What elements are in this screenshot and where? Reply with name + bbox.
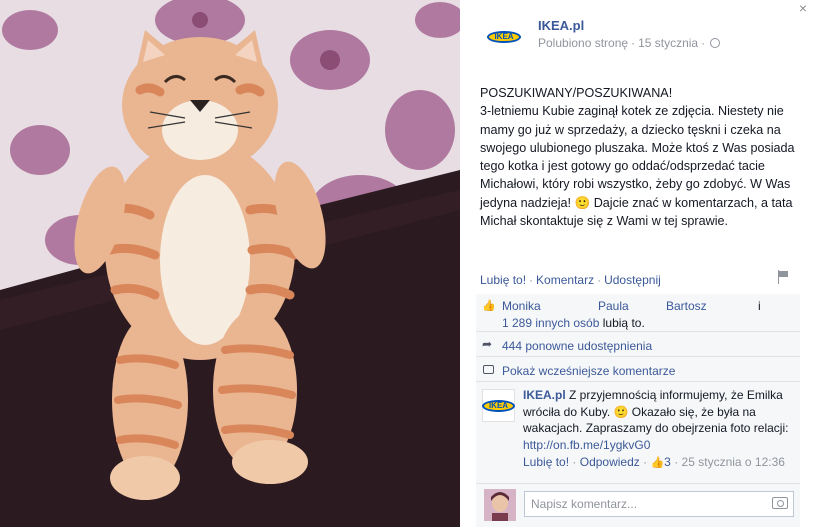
comment-meta-separator: · [572, 455, 577, 469]
comment-meta-separator: · [643, 455, 648, 469]
comment-meta: Lubię to! · Odpowiedz · 👍3 · 25 stycznia… [523, 454, 793, 471]
photo-viewer: × IKEA IKEA.pl Polubiono stronę · 15 sty… [0, 0, 815, 527]
liked-status[interactable]: Polubiono stronę [538, 36, 628, 50]
liker-name[interactable]: Bartosz [666, 299, 707, 313]
ikea-logo-icon: IKEA [481, 399, 516, 412]
thumbs-up-icon: 👍 [650, 457, 665, 469]
previous-comments-row[interactable]: Pokaż wcześniejsze komentarze [476, 358, 800, 382]
comment-meta-separator: · [674, 455, 679, 469]
comment-input[interactable] [524, 491, 794, 517]
comment-item: IKEA IKEA.pl Z przyjemnością informujemy… [476, 384, 800, 484]
previous-comments-link[interactable]: Pokaż wcześniejsze komentarze [502, 364, 675, 378]
likes-row: 👍 Monika Paula Bartosz i 1 289 innych os… [476, 294, 800, 332]
plush-cat-photo[interactable] [0, 0, 460, 527]
post-actions: Lubię to! · Komentarz · Udostępnij [480, 273, 661, 287]
post-text: POSZUKIWANY/POSZUKIWANA! 3-letniemu Kubi… [480, 86, 795, 229]
page-logo[interactable]: IKEA [480, 22, 528, 52]
page-name-link[interactable]: IKEA.pl [538, 18, 584, 33]
post-date[interactable]: 15 stycznia [638, 36, 698, 50]
others-link[interactable]: 1 289 innych osób [502, 316, 599, 330]
comment-bubble-icon [483, 365, 494, 374]
user-avatar-image [484, 489, 516, 521]
photo-image [0, 0, 460, 527]
comment-avatar[interactable]: IKEA [481, 389, 516, 422]
meta-separator: · [631, 36, 636, 50]
compose-row [476, 485, 800, 527]
share-link[interactable]: Udostępnij [604, 273, 661, 287]
likers-and: i [758, 299, 761, 313]
liker-name[interactable]: Monika [502, 299, 541, 313]
globe-icon [710, 38, 721, 48]
comment-author[interactable]: IKEA.pl [523, 388, 566, 402]
post-meta: Polubiono stronę · 15 stycznia · [538, 36, 721, 50]
comment-like-link[interactable]: Lubię to! [523, 455, 569, 469]
thumbs-up-icon: 👍 [482, 300, 496, 312]
user-avatar[interactable] [484, 489, 516, 521]
meta-separator: · [701, 36, 706, 50]
comment-reply-link[interactable]: Odpowiedz [580, 455, 640, 469]
comment-likes-count[interactable]: 3 [664, 455, 671, 469]
post-header: IKEA IKEA.pl Polubiono stronę · 15 stycz… [476, 16, 808, 56]
shares-row[interactable]: ➦ 444 ponowne udostępnienia [476, 333, 800, 357]
action-separator: · [597, 273, 602, 287]
liker-name[interactable]: Paula [598, 299, 629, 313]
comment-link[interactable]: http://on.fb.me/1ygkvG0 [523, 438, 650, 452]
ikea-logo-icon: IKEA [487, 31, 521, 43]
likers-others: 1 289 innych osób lubią to. [502, 316, 645, 330]
comment-link[interactable]: Komentarz [536, 273, 594, 287]
share-arrow-icon: ➦ [482, 337, 493, 351]
feedback-panel: 👍 Monika Paula Bartosz i 1 289 innych os… [476, 294, 800, 527]
camera-icon[interactable] [772, 497, 788, 509]
post-sidebar: IKEA IKEA.pl Polubiono stronę · 15 stycz… [476, 0, 808, 527]
comment-body: IKEA.pl Z przyjemnością informujemy, że … [523, 387, 793, 453]
like-link[interactable]: Lubię to! [480, 273, 526, 287]
flag-icon[interactable] [778, 270, 790, 284]
likers-suffix: lubią to. [602, 316, 645, 330]
comment-time[interactable]: 25 stycznia o 12:36 [682, 455, 785, 469]
shares-link[interactable]: 444 ponowne udostępnienia [502, 339, 652, 353]
action-separator: · [529, 273, 534, 287]
